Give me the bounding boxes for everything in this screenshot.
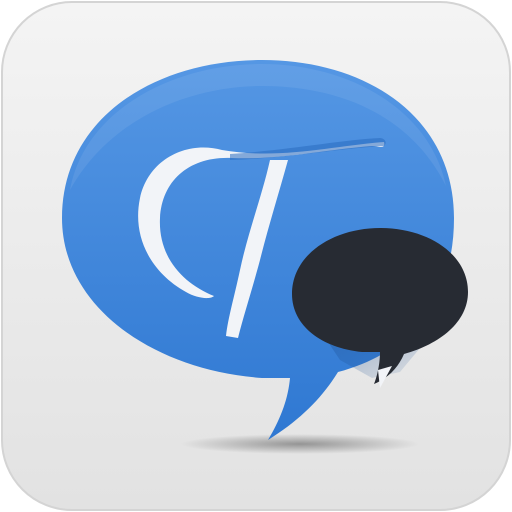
- app-icon[interactable]: [0, 0, 512, 512]
- page: [0, 0, 512, 512]
- floor-shadow: [180, 434, 420, 454]
